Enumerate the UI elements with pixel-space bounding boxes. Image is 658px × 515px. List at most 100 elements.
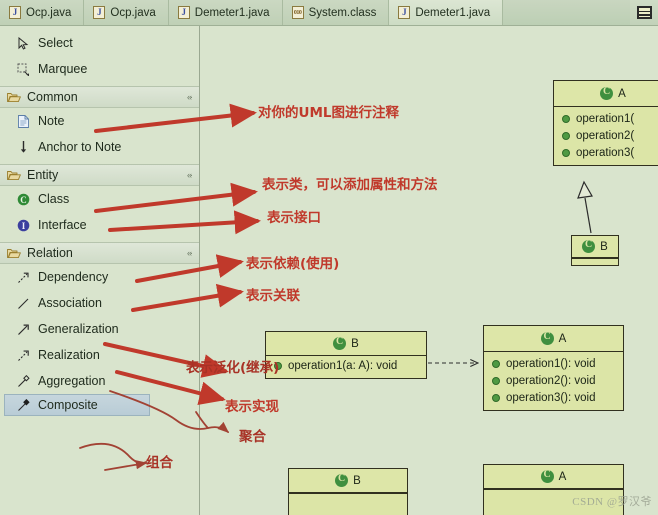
palette-item-label: Aggregation (38, 374, 106, 388)
operation-visibility-icon (492, 393, 500, 402)
palette-item-class[interactable]: C Class (0, 186, 199, 212)
annotation-aggregation: 聚合 (239, 429, 266, 445)
generalization-arrow-icon (16, 323, 31, 336)
uml-class-a-topright[interactable]: A operation1( operation2( operation3( (553, 80, 658, 166)
uml-class-name: B (600, 240, 608, 253)
uml-operation-label: operation3(): void (506, 391, 596, 404)
palette-item-select[interactable]: Select (0, 30, 199, 56)
java-file-icon: J (177, 6, 190, 19)
uml-operation: operation2(): void (484, 372, 623, 389)
composite-diamond-icon (16, 398, 31, 412)
palette-item-dependency[interactable]: Dependency (0, 264, 199, 290)
uml-operation: operation3(): void (484, 389, 623, 406)
palette-group-relation[interactable]: Relation «· (0, 242, 199, 264)
editor-tab-4[interactable]: J Demeter1.java (389, 0, 504, 25)
uml-operations-compartment: operation1( operation2( operation3( (554, 107, 658, 165)
uml-class-header: A (484, 326, 623, 352)
class-circle-icon (335, 473, 349, 487)
annotation-note: 对你的UML图进行注释 (258, 105, 399, 121)
palette-item-label: Interface (38, 218, 87, 232)
uml-class-name: B (353, 474, 361, 487)
collapse-chevrons-icon[interactable]: «· (187, 92, 193, 102)
palette-item-label: Dependency (38, 270, 109, 284)
palette-item-aggregation[interactable]: Aggregation (0, 368, 199, 394)
palette-item-composite[interactable]: Composite (4, 394, 150, 416)
collapse-chevrons-icon[interactable]: «· (187, 248, 193, 258)
palette-item-label: Association (38, 296, 102, 310)
annotation-association: 表示关联 (246, 288, 300, 304)
aggregation-diamond-icon (16, 374, 31, 388)
uml-class-b-middle[interactable]: B operation1(a: A): void (265, 331, 427, 379)
watermark: CSDN @罗汉爷 (572, 496, 652, 508)
palette-item-label: Realization (38, 348, 100, 362)
editor-tab-label: Ocp.java (26, 6, 72, 19)
operation-visibility-icon (562, 131, 570, 140)
editor-tab-label: System.class (308, 6, 377, 19)
class-circle-icon (333, 336, 347, 350)
uml-operation-label: operation1( (576, 112, 635, 125)
uml-class-header: A (554, 81, 658, 107)
uml-operation: operation2( (554, 127, 658, 144)
uml-class-b-bottom[interactable]: B (288, 468, 408, 515)
editor-tab-1[interactable]: J Ocp.java (84, 0, 169, 25)
uml-class-b-topright[interactable]: B (571, 235, 619, 266)
palette-item-label: Select (38, 36, 73, 50)
uml-class-header: A (484, 465, 623, 489)
editor-tab-bar: J Ocp.java J Ocp.java J Demeter1.java 01… (0, 0, 658, 26)
tab-bar-spacer (503, 0, 630, 25)
annotation-dependency: 表示依赖(使用) (246, 256, 340, 272)
class-file-icon: 010 (291, 6, 304, 19)
palette-item-label: Generalization (38, 322, 119, 336)
palette-group-common[interactable]: Common «· (0, 86, 199, 108)
palette-item-label: Note (38, 114, 65, 128)
palette-group-label: Relation (27, 246, 73, 260)
uml-class-name: A (558, 470, 567, 483)
uml-operation: operation1( (554, 110, 658, 127)
palette-item-label: Composite (38, 398, 98, 412)
interface-circle-icon: I (16, 219, 31, 232)
editor-tab-label: Ocp.java (110, 6, 156, 19)
uml-operations-compartment: operation1(a: A): void (266, 356, 426, 378)
uml-operations-compartment (289, 493, 407, 515)
marquee-select-icon (16, 63, 31, 76)
annotation-generalization: 表示泛化(继承) (186, 360, 280, 376)
uml-class-name: A (558, 332, 567, 345)
uml-editor-window: J Ocp.java J Ocp.java J Demeter1.java 01… (0, 0, 658, 515)
uml-class-a-middle[interactable]: A operation1(): void operation2(): void … (483, 325, 624, 411)
uml-operation-label: operation2(): void (506, 374, 596, 387)
cursor-arrow-icon (16, 36, 31, 50)
tab-list-menu-button[interactable] (630, 0, 658, 25)
editor-tab-3[interactable]: 010 System.class (282, 0, 390, 25)
palette-item-anchor-to-note[interactable]: Anchor to Note (0, 134, 199, 160)
editor-tab-0[interactable]: J Ocp.java (0, 0, 85, 25)
java-file-icon: J (398, 6, 411, 19)
palette-group-entity[interactable]: Entity «· (0, 164, 199, 186)
hamburger-menu-icon (636, 6, 652, 19)
uml-operations-compartment: operation1(): void operation2(): void op… (484, 352, 623, 410)
editor-tab-label: Demeter1.java (415, 6, 491, 19)
editor-tab-2[interactable]: J Demeter1.java (168, 0, 283, 25)
operation-visibility-icon (562, 114, 570, 123)
palette-item-note[interactable]: Note (0, 108, 199, 134)
palette-item-label: Class (38, 192, 70, 206)
uml-operation: operation3( (554, 144, 658, 161)
palette-item-realization[interactable]: Realization (0, 342, 199, 368)
uml-operation-label: operation1(): void (506, 357, 596, 370)
palette-item-association[interactable]: Association (0, 290, 199, 316)
uml-operation-label: operation2( (576, 129, 635, 142)
uml-class-header: B (572, 236, 618, 258)
class-circle-icon: C (16, 193, 31, 206)
palette-item-generalization[interactable]: Generalization (0, 316, 199, 342)
collapse-chevrons-icon[interactable]: «· (187, 170, 193, 180)
palette-group-label: Entity (27, 168, 59, 182)
palette-item-marquee[interactable]: Marquee (0, 56, 199, 82)
palette-item-interface[interactable]: I Interface (0, 212, 199, 238)
svg-text:C: C (20, 195, 27, 205)
annotation-interface: 表示接口 (267, 210, 321, 226)
class-circle-icon (540, 469, 554, 483)
editor-tab-label: Demeter1.java (194, 6, 270, 19)
operation-visibility-icon (562, 148, 570, 157)
palette-group-label: Common (27, 90, 78, 104)
realization-arrow-icon (16, 349, 31, 362)
uml-operations-compartment (572, 258, 618, 265)
